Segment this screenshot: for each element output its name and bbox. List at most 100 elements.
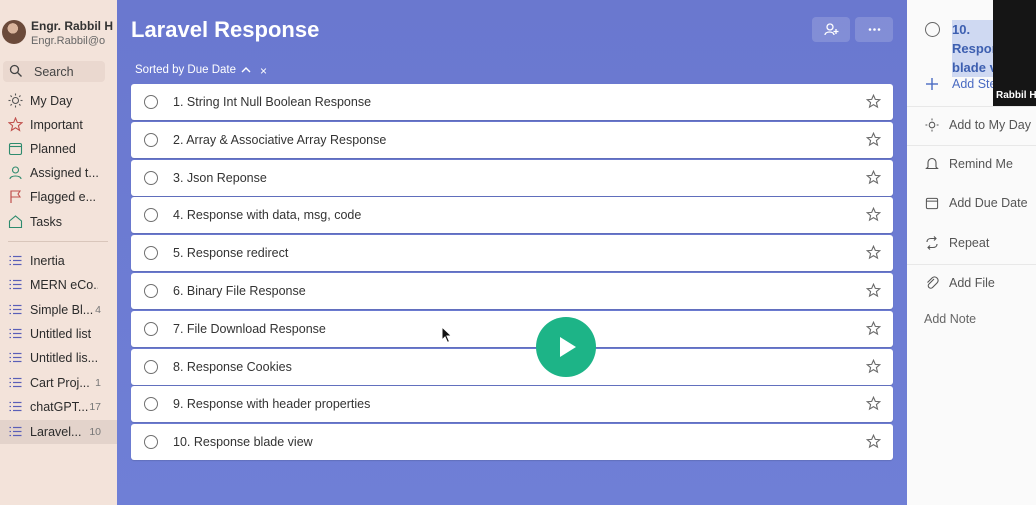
complete-checkbox[interactable] [144,95,158,109]
task-row[interactable]: 2. Array & Associative Array Response [131,122,893,158]
task-row[interactable]: 10. Response blade view [131,424,893,460]
star-icon[interactable] [866,170,881,185]
repeat-icon [926,236,938,250]
repeat-button[interactable]: Repeat [907,225,1036,261]
sidebar-list-item[interactable]: Cart Proj... 1 [0,371,117,395]
more-options-button[interactable] [855,17,893,42]
sidebar-item-label: Tasks [30,215,62,229]
task-row[interactable]: 7. File Download Response [131,311,893,347]
video-play-button[interactable] [536,317,596,377]
star-icon[interactable] [866,245,881,260]
clear-sort-button[interactable]: × [260,64,267,78]
sidebar-item-label: Assigned t... [30,166,98,180]
sort-label: Sorted by Due Date [135,64,237,76]
add-file-button[interactable]: Add File [907,264,1036,300]
sidebar-list-item[interactable]: Simple Bl... 4 [0,298,117,322]
sort-indicator[interactable]: Sorted by Due Date [135,64,251,76]
star-icon[interactable] [866,94,881,109]
complete-checkbox[interactable] [144,284,158,298]
sidebar-list-item[interactable]: chatGPT... 17 [0,395,117,419]
sidebar-list-label: Untitled lis... [30,351,98,365]
sidebar-list-item[interactable]: Inertia [0,249,117,273]
sidebar-divider [8,241,108,242]
list-icon [9,377,22,388]
task-row[interactable]: 5. Response redirect [131,235,893,271]
calendar-icon [8,142,23,156]
complete-checkbox[interactable] [144,133,158,147]
sidebar-item-planned[interactable]: Planned [0,137,117,161]
task-row[interactable]: 6. Binary File Response [131,273,893,309]
sidebar-item-my-day[interactable]: My Day [0,89,117,113]
add-note-field[interactable]: Add Note [924,312,976,326]
task-row[interactable]: 4. Response with data, msg, code [131,197,893,233]
list-icon [9,304,22,315]
task-title: 9. Response with header properties [173,397,371,411]
sidebar-list-label: MERN eCo... [30,278,98,292]
list-count: 17 [89,401,101,413]
task-title: 7. File Download Response [173,322,326,336]
list-count: 10 [89,426,101,438]
task-row[interactable]: 8. Response Cookies [131,349,893,385]
list-icon [9,426,22,437]
sidebar-list-label: Simple Bl... [30,303,94,317]
sun-icon [8,93,23,108]
complete-checkbox[interactable] [144,322,158,336]
sidebar-list-label: Laravel... [30,425,82,439]
sidebar: Engr. Rabbil H Engr.Rabbil@o Search My D… [0,0,117,505]
sidebar-item-flagged[interactable]: Flagged e... [0,185,117,209]
complete-checkbox[interactable] [144,360,158,374]
sidebar-item-important[interactable]: Important [0,113,117,137]
sidebar-list-label: Cart Proj... [30,376,90,390]
sidebar-list-item[interactable]: MERN eCo... [0,273,117,297]
complete-checkbox[interactable] [144,435,158,449]
list-count: 4 [95,304,101,316]
add-due-date-button[interactable]: Add Due Date [907,185,1036,221]
webcam-label: Rabbil Ha [996,90,1036,101]
repeat-label: Repeat [949,236,990,250]
play-icon [560,337,576,357]
task-row[interactable]: 1. String Int Null Boolean Response [131,84,893,120]
sidebar-list-label: Untitled list [30,327,92,341]
task-title: 8. Response Cookies [173,360,292,374]
star-icon[interactable] [866,359,881,374]
add-file-label: Add File [949,276,995,290]
sidebar-item-tasks[interactable]: Tasks [0,210,117,234]
sidebar-item-label: My Day [30,94,73,108]
profile[interactable]: Engr. Rabbil H Engr.Rabbil@o [0,14,117,54]
more-icon [868,28,881,31]
chevron-up-icon [241,67,251,73]
task-row[interactable]: 3. Json Reponse [131,160,893,196]
add-to-my-day-label: Add to My Day [949,118,1031,132]
sidebar-list-item[interactable]: Untitled list [0,322,117,346]
complete-checkbox[interactable] [144,397,158,411]
complete-checkbox[interactable] [144,246,158,260]
person-icon [9,166,22,180]
task-title: 10. Response blade view [173,435,313,449]
plus-icon [926,78,938,90]
star-icon[interactable] [866,283,881,298]
paperclip-icon [927,276,939,289]
share-list-button[interactable] [812,17,850,42]
sidebar-list-item[interactable]: Untitled lis... [0,346,117,370]
sidebar-item-label: Flagged e... [30,190,97,204]
task-title: 3. Json Reponse [173,171,267,185]
search-input[interactable]: Search [3,61,105,82]
star-icon[interactable] [866,396,881,411]
search-label: Search [34,65,74,79]
star-icon[interactable] [866,132,881,147]
star-icon [8,117,23,132]
remind-me-button[interactable]: Remind Me [907,145,1036,181]
detail-complete-checkbox[interactable] [925,22,940,37]
task-row[interactable]: 9. Response with header properties [131,386,893,422]
add-to-my-day-button[interactable]: Add to My Day [907,106,1036,142]
star-icon[interactable] [866,321,881,336]
sidebar-list-item-active[interactable]: Laravel... 10 [0,420,117,444]
flag-icon [10,190,22,203]
list-icon [9,255,22,266]
complete-checkbox[interactable] [144,171,158,185]
star-icon[interactable] [866,207,881,222]
task-title: 5. Response redirect [173,246,289,260]
sidebar-item-assigned[interactable]: Assigned t... [0,161,117,185]
star-icon[interactable] [866,434,881,449]
complete-checkbox[interactable] [144,208,158,222]
